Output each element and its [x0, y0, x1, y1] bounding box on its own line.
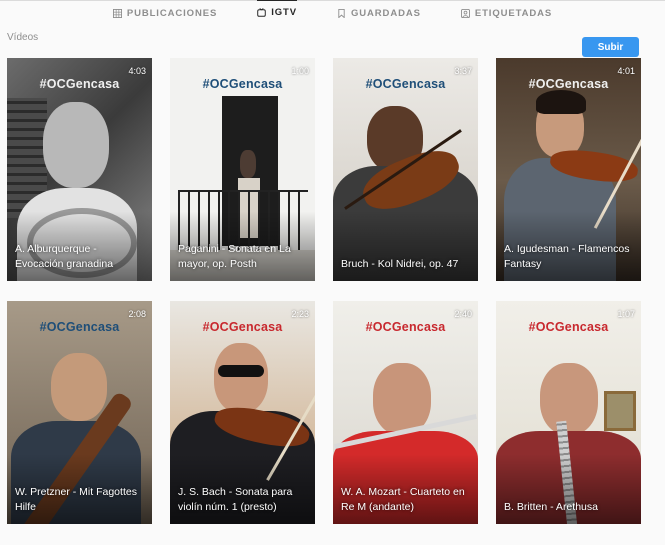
video-card[interactable]: 2:40 #OCGencasa W. A. Mozart - Cuarteto …: [333, 301, 478, 524]
section-title: Vídeos: [7, 31, 39, 43]
video-title: J. S. Bach - Sonata para violín núm. 1 (…: [178, 486, 293, 513]
video-duration: 4:01: [617, 66, 635, 76]
video-hashtag: #OCGencasa: [528, 320, 609, 334]
tab-label: PUBLICACIONES: [126, 7, 218, 19]
sunglasses: [218, 365, 264, 377]
video-grid: 4:03 #OCGencasa A. Alburquerque - Evocac…: [7, 58, 641, 524]
video-card[interactable]: 2:08 #OCGencasa W. Pretzner - Mit Fagott…: [7, 301, 152, 524]
tab-label: IGTV: [271, 7, 297, 18]
upload-button[interactable]: Subir: [582, 37, 639, 57]
video-card[interactable]: 1:00 #OCGencasa Paganini - Sonata en La …: [170, 58, 315, 281]
video-duration: 1:07: [617, 309, 635, 319]
video-hashtag: #OCGencasa: [39, 77, 120, 91]
video-duration: 1:00: [291, 66, 309, 76]
profile-tabs: PUBLICACIONES IGTV GUARDADAS ETIQUETADAS: [0, 0, 665, 20]
video-duration: 2:40: [454, 309, 472, 319]
video-title: W. A. Mozart - Cuarteto en Re M (andante…: [341, 486, 465, 513]
video-duration: 2:23: [291, 309, 309, 319]
performer-head: [51, 353, 107, 421]
video-hashtag: #OCGencasa: [202, 77, 283, 91]
performer-head: [214, 343, 268, 413]
tab-label: GUARDADAS: [350, 7, 421, 19]
igtv-header: Vídeos Subir: [7, 27, 639, 57]
video-card[interactable]: 3:37 #OCGencasa Bruch - Kol Nidrei, op. …: [333, 58, 478, 281]
igtv-icon: [257, 8, 266, 17]
video-title: A. Alburquerque - Evocación granadina: [15, 243, 114, 270]
performer-head: [43, 102, 109, 188]
video-hashtag: #OCGencasa: [202, 320, 283, 334]
performer-head: [540, 363, 598, 435]
video-hashtag: #OCGencasa: [528, 77, 609, 91]
picture-frame: [604, 391, 636, 431]
video-card[interactable]: 2:23 #OCGencasa J. S. Bach - Sonata para…: [170, 301, 315, 524]
video-duration: 4:03: [128, 66, 146, 76]
video-title: B. Britten - Arethusa: [504, 501, 598, 513]
tagged-icon: [460, 8, 470, 18]
video-hashtag: #OCGencasa: [365, 77, 446, 91]
video-duration: 2:08: [128, 309, 146, 319]
video-hashtag: #OCGencasa: [365, 320, 446, 334]
tab-publicaciones[interactable]: PUBLICACIONES: [112, 1, 218, 21]
video-title: A. Igudesman - Flamencos Fantasy: [504, 243, 630, 270]
tab-etiquetadas[interactable]: ETIQUETADAS: [460, 1, 553, 21]
tab-label: ETIQUETADAS: [474, 7, 553, 19]
video-title: Paganini - Sonata en La mayor, op. Posth: [178, 243, 291, 270]
video-duration: 3:37: [454, 66, 472, 76]
video-title: W. Pretzner - Mit Fagottes Hilfe: [15, 486, 137, 513]
video-card[interactable]: 4:01 #OCGencasa A. Igudesman - Flamencos…: [496, 58, 641, 281]
tab-igtv[interactable]: IGTV: [257, 0, 297, 20]
performer-hair: [536, 90, 586, 114]
grid-icon: [112, 8, 122, 18]
video-card[interactable]: 1:07 #OCGencasa B. Britten - Arethusa: [496, 301, 641, 524]
tab-guardadas[interactable]: GUARDADAS: [337, 1, 421, 21]
video-hashtag: #OCGencasa: [39, 320, 120, 334]
bookmark-icon: [338, 8, 345, 18]
video-title: Bruch - Kol Nidrei, op. 47: [341, 258, 459, 270]
video-card[interactable]: 4:03 #OCGencasa A. Alburquerque - Evocac…: [7, 58, 152, 281]
performer-figure: [240, 150, 256, 178]
